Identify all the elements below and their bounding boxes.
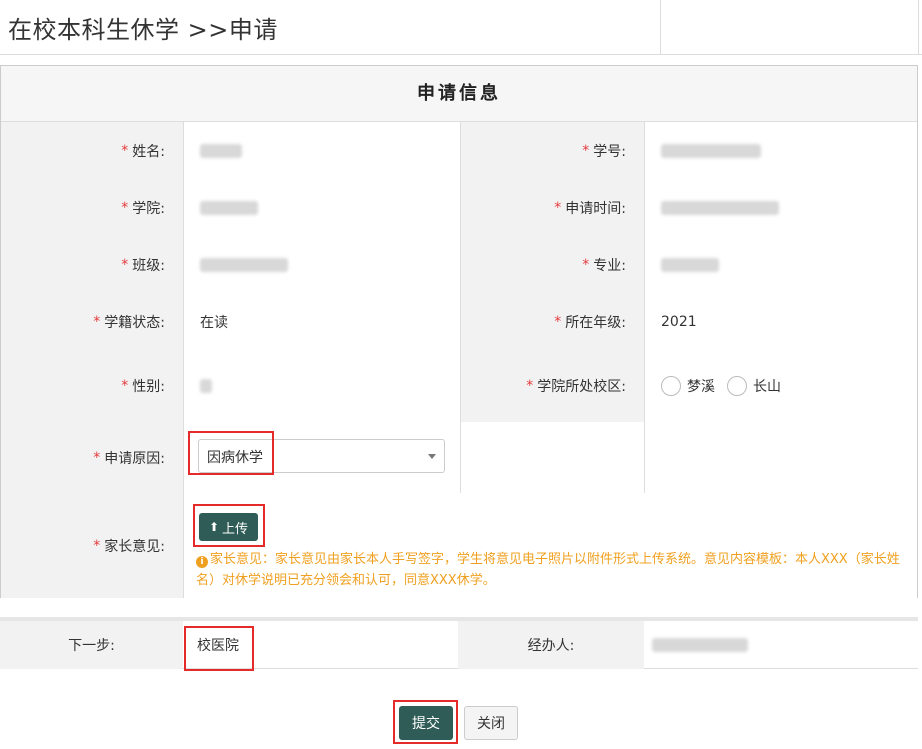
redacted-name: [200, 143, 242, 158]
name-label: * 姓名:: [1, 122, 184, 179]
redacted-student-id: [661, 143, 761, 158]
name-value: [184, 122, 461, 179]
student-id-value: [645, 122, 917, 179]
major-value: [645, 236, 917, 293]
status-value: 在读: [184, 293, 461, 350]
student-id-label: * 学号:: [461, 122, 645, 179]
form-row-name: * 姓名: * 学号:: [1, 122, 917, 180]
empty-cell: [461, 422, 645, 493]
college-value: [184, 179, 461, 236]
handler-value: [652, 621, 748, 669]
parent-opinion-note: i 家长意见：家长意见由家长本人手写签字，学生将意见电子照片以附件形式上传系统。意…: [196, 552, 900, 588]
form-row-gender: * 性别: * 学院所处校区: 梦溪 长山: [1, 350, 917, 423]
radio-circle[interactable]: [727, 376, 747, 396]
class-value: [184, 236, 461, 293]
application-form: 申请信息 * 姓名: * 学号: * 学院: * 申请时间: * 班级: * 专业: * 学籍…: [0, 65, 918, 598]
parent-opinion-cell: ⬆ 上传 i 家长意见：家长意见由家长本人手写签字，学生将意见电子照片以附件形式上…: [184, 493, 917, 598]
close-button[interactable]: 关闭: [464, 706, 518, 740]
parent-opinion-label: * 家长意见:: [1, 493, 184, 598]
redacted-college: [200, 200, 258, 215]
apply-time-value: [645, 179, 917, 236]
redacted-gender: [200, 379, 212, 393]
major-label: * 专业:: [461, 236, 645, 293]
campus-label: * 学院所处校区:: [461, 350, 645, 422]
empty-cell: [645, 422, 917, 493]
page-header: 在校本科生休学 >>申请: [0, 0, 922, 55]
reason-cell: 因病休学: [184, 422, 461, 493]
chevron-down-icon: [428, 454, 436, 459]
form-row-class: * 班级: * 专业:: [1, 236, 917, 294]
highlight-frame: [193, 504, 265, 547]
radio-mengxi[interactable]: 梦溪: [661, 376, 715, 396]
page-title: 在校本科生休学 >>申请: [8, 16, 278, 44]
section-title: 申请信息: [1, 66, 917, 122]
class-label: * 班级:: [1, 236, 184, 293]
handler-label: 经办人:: [458, 621, 644, 669]
next-step-bar: 下一步: 校医院 经办人:: [0, 617, 918, 671]
redacted-apply-time: [661, 200, 779, 215]
redacted-class: [200, 257, 288, 272]
header-divider: [660, 0, 661, 54]
highlight-frame: [188, 431, 274, 475]
radio-circle[interactable]: [661, 376, 681, 396]
gender-label: * 性别:: [1, 350, 184, 422]
radio-changshan[interactable]: 长山: [727, 376, 781, 396]
gender-value: [184, 350, 461, 422]
header-divider-right: [918, 0, 919, 54]
highlight-frame: [393, 700, 458, 744]
next-step-label: 下一步:: [0, 621, 183, 669]
info-icon: i: [196, 556, 208, 568]
grade-value: 2021: [645, 293, 917, 350]
form-row-reason: * 申请原因: 因病休学: [1, 422, 917, 494]
reason-label: * 申请原因:: [1, 422, 184, 493]
status-label: * 学籍状态:: [1, 293, 184, 350]
form-row-college: * 学院: * 申请时间:: [1, 179, 917, 237]
redacted-major: [661, 257, 719, 272]
campus-options: 梦溪 长山: [645, 350, 917, 422]
redacted-handler: [652, 638, 748, 652]
highlight-frame: [184, 626, 254, 671]
grade-label: * 所在年级:: [461, 293, 645, 350]
apply-time-label: * 申请时间:: [461, 179, 645, 236]
form-row-status: * 学籍状态: 在读 * 所在年级: 2021: [1, 293, 917, 351]
college-label: * 学院:: [1, 179, 184, 236]
form-row-parent-opinion: * 家长意见: ⬆ 上传 i 家长意见：家长意见由家长本人手写签字，学生将意见电子照…: [1, 493, 917, 598]
